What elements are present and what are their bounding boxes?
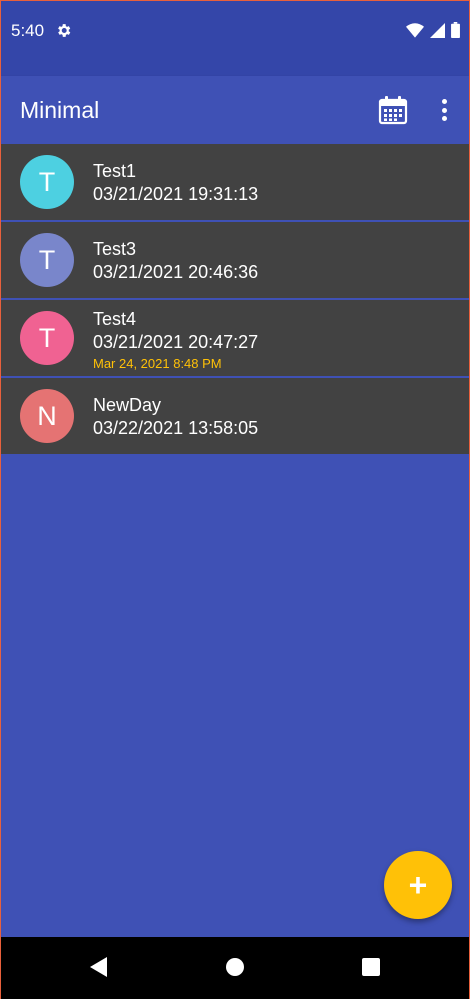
entry-list: T Test1 03/21/2021 19:31:13 T Test3 03/2… bbox=[0, 144, 470, 456]
calendar-icon[interactable] bbox=[378, 95, 408, 125]
settings-icon bbox=[55, 22, 72, 44]
list-item-test1[interactable]: T Test1 03/21/2021 19:31:13 bbox=[0, 144, 470, 222]
more-vert-icon[interactable] bbox=[432, 96, 456, 124]
entry-name: Test1 bbox=[93, 161, 137, 181]
status-time: 5:40 bbox=[11, 21, 45, 40]
wifi-icon bbox=[406, 22, 424, 38]
signal-icon bbox=[430, 22, 445, 38]
more-dot bbox=[441, 99, 447, 104]
entry-timestamp: 03/21/2021 19:31:13 bbox=[93, 184, 259, 204]
avatar: T bbox=[20, 233, 74, 287]
entry-reminder: Mar 24, 2021 8:48 PM bbox=[93, 356, 222, 371]
home-icon[interactable] bbox=[226, 958, 244, 976]
avatar: T bbox=[20, 155, 74, 209]
entry-timestamp: 03/21/2021 20:46:36 bbox=[93, 262, 259, 282]
navigation-bar bbox=[0, 937, 470, 999]
app-bar: Minimal bbox=[0, 76, 470, 144]
entry-name: Test3 bbox=[93, 239, 137, 259]
back-icon[interactable] bbox=[90, 957, 107, 982]
recents-icon[interactable] bbox=[362, 958, 380, 976]
avatar: N bbox=[20, 389, 74, 443]
list-item-test4[interactable]: T Test4 03/21/2021 20:47:27 Mar 24, 2021… bbox=[0, 300, 470, 378]
add-entry-button[interactable]: + bbox=[384, 851, 452, 919]
avatar: T bbox=[20, 311, 74, 365]
list-item-test3[interactable]: T Test3 03/21/2021 20:46:36 bbox=[0, 222, 470, 300]
more-dot bbox=[441, 116, 447, 121]
list-item-newday[interactable]: N NewDay 03/22/2021 13:58:05 bbox=[0, 378, 470, 456]
status-icons bbox=[406, 22, 460, 38]
battery-icon bbox=[451, 22, 460, 38]
entry-timestamp: 03/21/2021 20:47:27 bbox=[93, 332, 259, 352]
status-bar: 5:40 bbox=[0, 0, 470, 76]
add-icon: + bbox=[408, 867, 428, 903]
entry-timestamp: 03/22/2021 13:58:05 bbox=[93, 418, 259, 438]
entry-name: Test4 bbox=[93, 309, 137, 329]
entry-name: NewDay bbox=[93, 395, 162, 415]
app-title: Minimal bbox=[20, 97, 100, 123]
more-dot bbox=[441, 107, 447, 113]
